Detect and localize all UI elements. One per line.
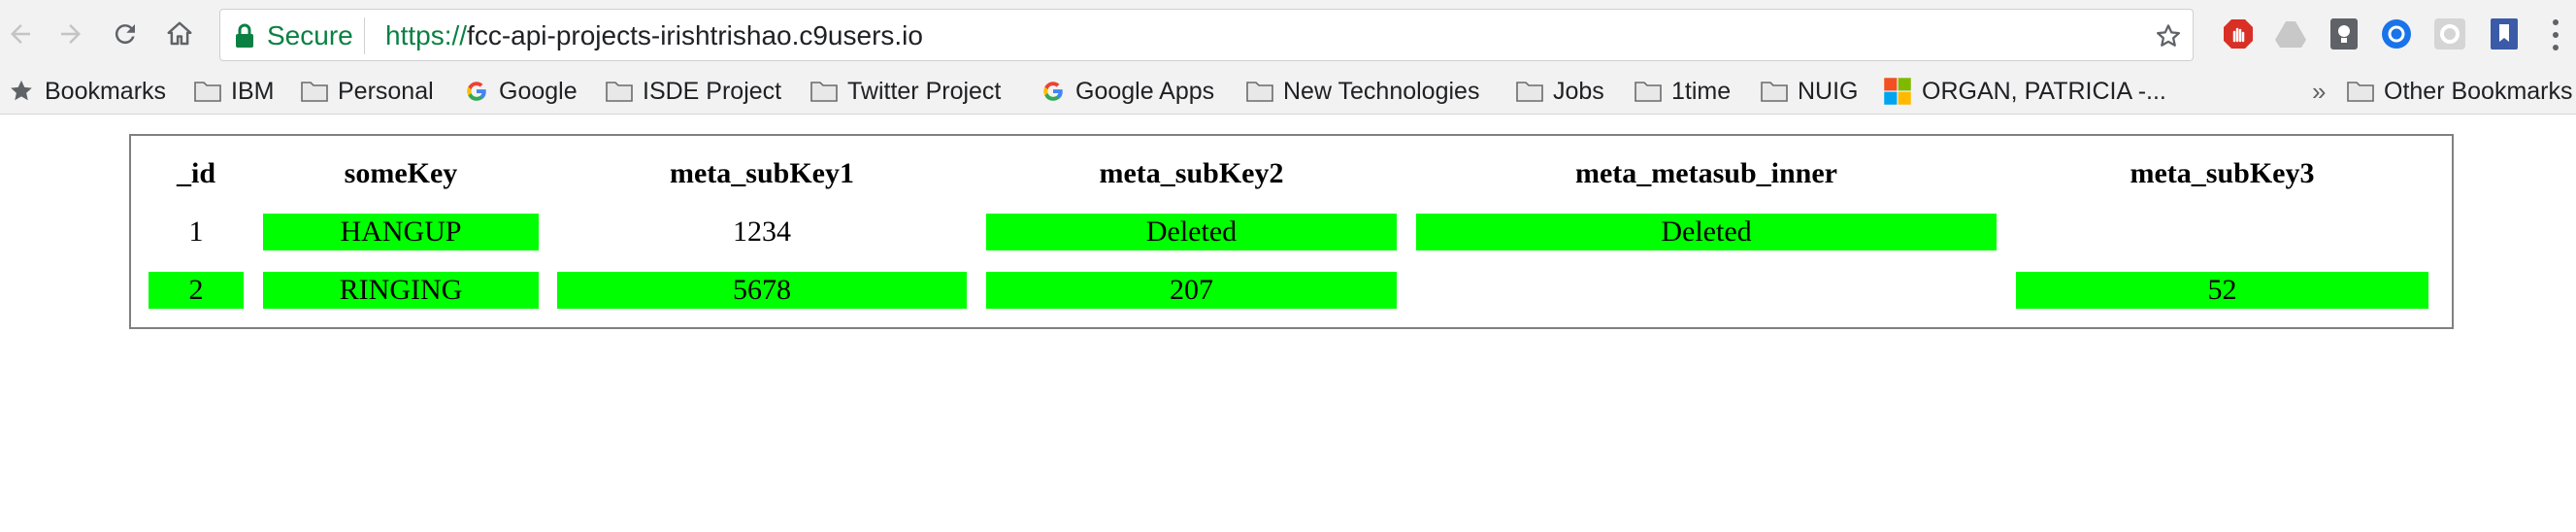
bookmarks-bar: Bookmarks IBM Personal Google ISDE Proje… xyxy=(0,68,2576,115)
reload-icon xyxy=(115,24,135,45)
folder-icon xyxy=(606,82,633,102)
table-cell xyxy=(1416,272,1997,309)
folder-icon xyxy=(1516,82,1543,102)
bookmark-label: Google Apps xyxy=(1075,77,1215,105)
star-icon xyxy=(11,80,32,101)
address-bar[interactable]: Secure https://fcc-api-projects-irishtri… xyxy=(219,9,2194,61)
bookmark-star-icon[interactable] xyxy=(2154,21,2183,50)
column-header-somekey: someKey xyxy=(344,157,458,189)
bookmark-folder-other[interactable]: Other Bookmarks xyxy=(2347,76,2573,107)
column-header-meta-metasub-inner: meta_metasub_inner xyxy=(1575,157,1837,189)
table-cell: Deleted xyxy=(1416,214,1997,250)
home-icon xyxy=(167,21,192,46)
lock-icon xyxy=(236,23,253,48)
folder-icon xyxy=(301,82,328,102)
bookmark-folder-new-technologies[interactable]: New Technologies xyxy=(1246,76,1479,107)
bookmark-google[interactable]: Google xyxy=(464,76,578,107)
column-header-meta-subkey1: meta_subKey1 xyxy=(670,157,854,189)
table-cell: 52 xyxy=(2016,272,2428,309)
bookmarks-manager[interactable]: Bookmarks xyxy=(8,76,166,107)
bookmark-google-apps[interactable]: Google Apps xyxy=(1040,76,1214,107)
google-icon xyxy=(467,82,486,101)
folder-icon xyxy=(2347,82,2374,102)
microsoft-icon xyxy=(1884,78,1911,105)
back-button[interactable] xyxy=(2,16,39,52)
bookmark-label: Google xyxy=(499,77,578,105)
table-cell: 1 xyxy=(188,216,204,248)
column-header-id: _id xyxy=(176,157,216,189)
url-host: fcc-api-projects-irishtrishao.c9users.io xyxy=(467,20,923,50)
drive-extension-icon[interactable] xyxy=(2274,17,2307,50)
bookmark-folder-1time[interactable]: 1time xyxy=(1635,76,1731,107)
bookmark-label: Jobs xyxy=(1553,77,1604,105)
bookmark-label: Bookmarks xyxy=(45,77,167,105)
table-cell: 5678 xyxy=(557,272,967,309)
url-scheme: https:// xyxy=(385,20,468,50)
home-button[interactable] xyxy=(161,16,198,52)
forward-arrow-icon xyxy=(61,24,81,44)
column-header-meta-subkey3: meta_subKey3 xyxy=(2130,157,2315,189)
folder-icon xyxy=(1761,82,1788,102)
bookmark-folder-personal[interactable]: Personal xyxy=(301,76,434,107)
bookmark-organ-patricia[interactable]: ORGAN, PATRICIA -... xyxy=(1883,76,2166,107)
url-text[interactable]: https://fcc-api-projects-irishtrishao.c9… xyxy=(385,21,923,50)
google-icon xyxy=(1043,82,1063,101)
table-cell: Deleted xyxy=(986,214,1397,250)
bookmark-label: Personal xyxy=(338,77,434,105)
column-header-meta-subkey2: meta_subKey2 xyxy=(1099,157,1284,189)
table-cell: HANGUP xyxy=(263,214,539,250)
bookmark-label: New Technologies xyxy=(1283,77,1480,105)
browser-toolbar: Secure https://fcc-api-projects-irishtri… xyxy=(0,0,2576,68)
bookmark-folder-twitter-project[interactable]: Twitter Project xyxy=(810,76,1001,107)
table-cell: 1234 xyxy=(733,216,791,248)
adblock-extension-icon[interactable] xyxy=(2222,17,2255,50)
bookmark-label: IBM xyxy=(231,77,275,105)
bookmark-extension-icon[interactable] xyxy=(2488,17,2521,50)
circle-extension-icon[interactable] xyxy=(2380,17,2413,50)
bookmark-folder-jobs[interactable]: Jobs xyxy=(1516,76,1604,107)
folder-icon xyxy=(810,82,838,102)
bookmark-label: Other Bookmarks xyxy=(2384,77,2573,105)
bookmark-folder-isde-project[interactable]: ISDE Project xyxy=(606,76,781,107)
bookmark-label: ORGAN, PATRICIA -... xyxy=(1922,77,2166,105)
bookmark-label: Twitter Project xyxy=(847,77,1002,105)
back-arrow-icon xyxy=(11,24,30,44)
bookmark-label: NUIG xyxy=(1798,77,1859,105)
chrome-menu-icon[interactable] xyxy=(2551,19,2560,50)
bookmark-label: ISDE Project xyxy=(643,77,782,105)
gear-extension-icon[interactable] xyxy=(2433,17,2466,50)
bookmarks-overflow-button[interactable]: » xyxy=(2312,76,2326,107)
bookmark-label: 1time xyxy=(1671,77,1732,105)
table-cell: 207 xyxy=(986,272,1397,309)
secure-label: Secure xyxy=(267,20,353,50)
folder-icon xyxy=(194,82,221,102)
forward-button[interactable] xyxy=(52,16,89,52)
bookmark-folder-ibm[interactable]: IBM xyxy=(194,76,274,107)
table-cell: RINGING xyxy=(263,272,539,309)
address-separator xyxy=(364,17,365,54)
overflow-chevron-icon: » xyxy=(2312,76,2327,106)
folder-icon xyxy=(1635,82,1662,102)
table-cell xyxy=(2016,214,2428,250)
data-table: _id someKey meta_subKey1 meta_subKey2 me… xyxy=(129,134,2454,329)
table-cell: 2 xyxy=(149,272,244,309)
keep-extension-icon[interactable] xyxy=(2328,17,2361,50)
folder-icon xyxy=(1246,82,1273,102)
reload-button[interactable] xyxy=(107,16,144,52)
bookmark-folder-nuig[interactable]: NUIG xyxy=(1761,76,1859,107)
